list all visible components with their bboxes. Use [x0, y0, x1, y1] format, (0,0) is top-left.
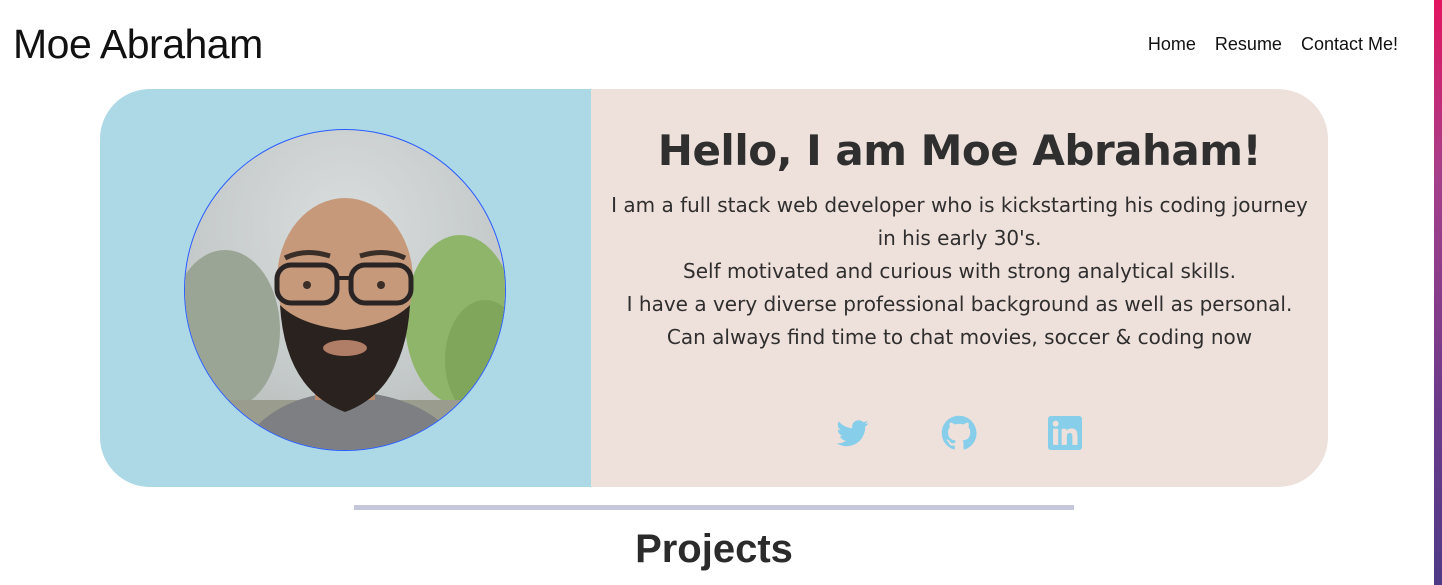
site-header: Moe Abraham Home Resume Contact Me! — [0, 0, 1442, 89]
nav-contact-link[interactable]: Contact Me! — [1301, 34, 1398, 55]
bio-line: I am a full stack web developer who is k… — [611, 193, 1308, 250]
hero-photo-panel — [100, 89, 591, 487]
linkedin-icon — [1048, 416, 1082, 450]
section-divider — [354, 505, 1074, 510]
avatar-photo-illustration — [185, 198, 505, 450]
hero-card: Hello, I am Moe Abraham! I am a full sta… — [100, 89, 1328, 487]
github-icon — [941, 415, 977, 450]
bio-text: I am a full stack web developer who is k… — [605, 189, 1315, 354]
linkedin-link[interactable] — [1047, 415, 1083, 451]
bio-line: Can always find time to chat movies, soc… — [666, 325, 1253, 349]
nav-resume-link[interactable]: Resume — [1215, 34, 1282, 55]
bio-line: Self motivated and curious with strong a… — [683, 259, 1236, 283]
social-links — [835, 415, 1083, 451]
avatar — [184, 129, 506, 451]
hero-title: Hello, I am Moe Abraham! — [657, 126, 1262, 175]
github-link[interactable] — [941, 415, 977, 451]
twitter-icon — [836, 420, 869, 447]
nav-home-link[interactable]: Home — [1148, 34, 1196, 55]
bio-line: I have a very diverse professional backg… — [626, 292, 1293, 316]
twitter-link[interactable] — [835, 415, 871, 451]
projects-heading: Projects — [635, 527, 793, 571]
hero-intro-panel: Hello, I am Moe Abraham! I am a full sta… — [591, 89, 1328, 487]
main-nav: Home Resume Contact Me! — [1148, 34, 1398, 55]
page: Moe Abraham Home Resume Contact Me! Hell… — [0, 0, 1442, 585]
brand-name[interactable]: Moe Abraham — [13, 21, 263, 68]
